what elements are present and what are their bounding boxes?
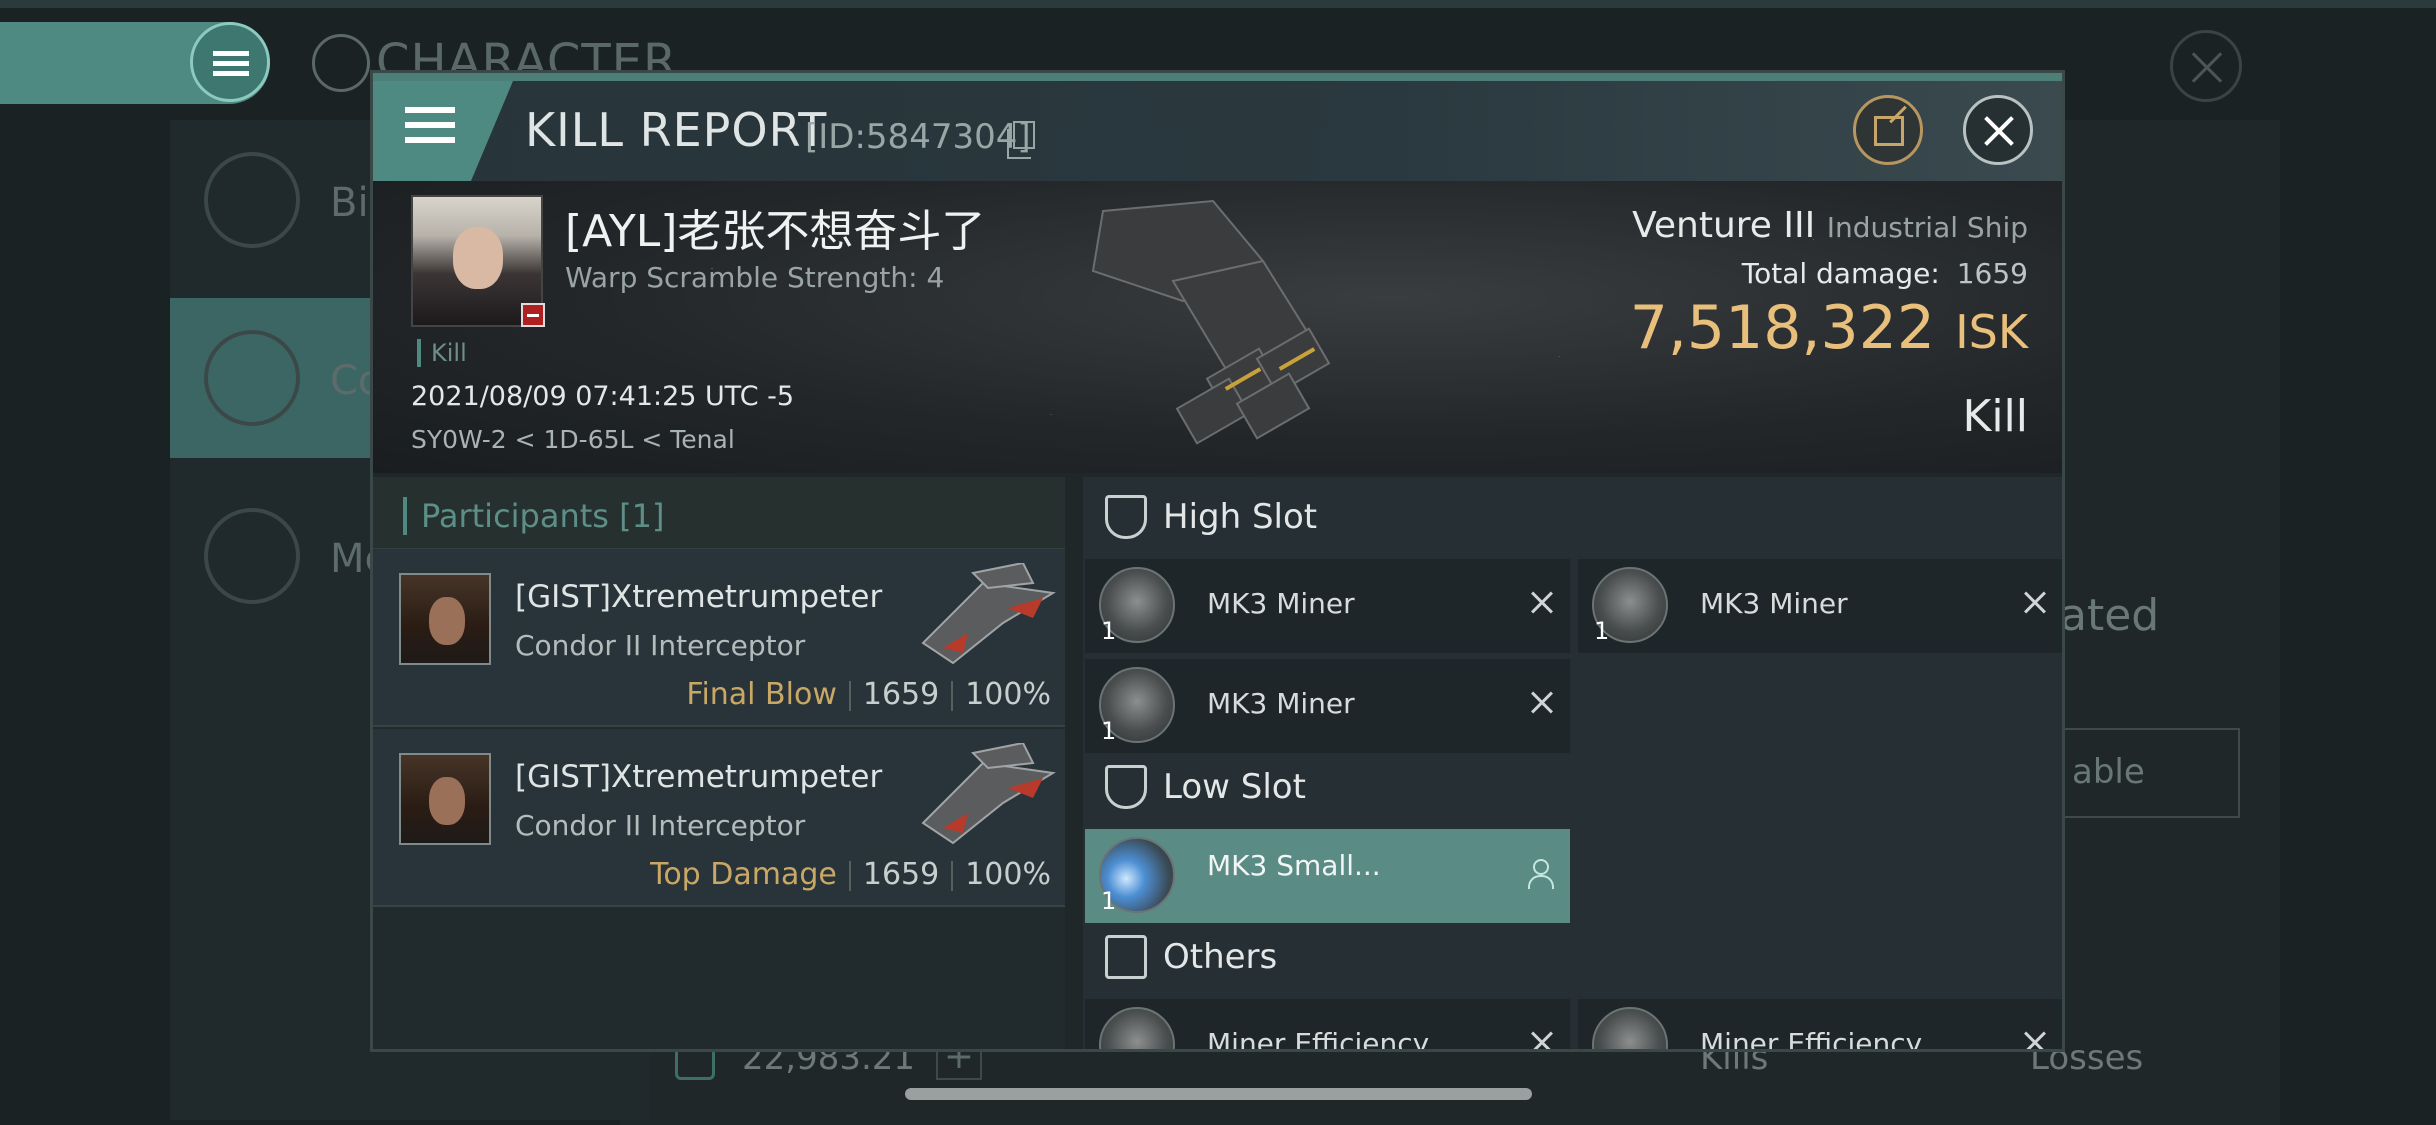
- modal-menu-button[interactable]: [373, 81, 513, 181]
- participant-percent: 100%: [965, 857, 1051, 892]
- crossed-swords-icon: [204, 330, 300, 426]
- module-name: MK3 Miner: [1207, 587, 1355, 620]
- destroyed-x-icon: [1528, 1029, 1556, 1049]
- participants-panel: Participants [1] [GIST]Xtremetrumpeter C…: [373, 477, 1065, 1049]
- low-slot-label: Low Slot: [1163, 767, 1306, 807]
- participant-row[interactable]: [GIST]Xtremetrumpeter Condor II Intercep…: [373, 729, 1065, 907]
- box-icon: [1105, 935, 1147, 979]
- module-quantity: 1: [1101, 717, 1117, 745]
- participant-role: Top Damage: [650, 857, 837, 892]
- kill-report-modal: KILL REPORT [ID:5847304] [AYL]老张不想奋斗了 Wa…: [370, 70, 2065, 1052]
- fitting-panel: High Slot 1 MK3 Miner 1 MK3 Miner 1 MK3 …: [1083, 477, 2062, 1052]
- participant-name: [GIST]Xtremetrumpeter: [515, 579, 883, 615]
- module-quantity: 1: [1101, 887, 1117, 915]
- hamburger-icon: [213, 51, 249, 77]
- victim-warp-scramble: Warp Scramble Strength: 4: [565, 261, 945, 294]
- victim-ship-image[interactable]: [1063, 191, 1363, 461]
- result-label: Kill: [1962, 391, 2028, 442]
- kill-tag: Kill: [417, 339, 467, 367]
- menu-icon: [204, 152, 300, 248]
- participant-portrait[interactable]: [399, 573, 491, 665]
- module-item[interactable]: Miner Efficiency...: [1578, 999, 2062, 1052]
- standing-badge-icon: [521, 303, 545, 327]
- kill-summary: [AYL]老张不想奋斗了 Warp Scramble Strength: 4 K…: [373, 181, 2062, 473]
- total-damage: Total damage: 1659: [1742, 257, 2028, 290]
- top-edge: [0, 0, 2436, 8]
- low-slot-icon: [1105, 765, 1147, 809]
- module-item[interactable]: Miner Efficiency...: [1085, 999, 1570, 1052]
- module-name: MK3 Miner: [1207, 687, 1355, 720]
- module-quantity: 1: [1594, 617, 1610, 645]
- external-link-icon: [1874, 116, 1904, 146]
- module-name: Miner Efficiency...: [1207, 1027, 1452, 1052]
- participant-stats: Final Blow 1659 100%: [686, 677, 1051, 712]
- destroyed-x-icon: [2021, 589, 2049, 617]
- module-item[interactable]: 1 MK3 Miner: [1578, 559, 2062, 653]
- participant-stats: Top Damage 1659 100%: [650, 857, 1051, 892]
- close-button[interactable]: [1963, 95, 2033, 165]
- destroyed-x-icon: [1528, 589, 1556, 617]
- others-label: Others: [1163, 937, 1278, 977]
- modal-accent-line: [373, 73, 2062, 81]
- module-item[interactable]: 1 MK3 Miner: [1085, 659, 1570, 753]
- ship-class: Industrial Ship: [1826, 211, 2028, 244]
- destroyed-x-icon: [2021, 1029, 2049, 1049]
- destroyed-x-icon: [1528, 689, 1556, 717]
- victim-name[interactable]: [AYL]老张不想奋斗了: [565, 195, 985, 259]
- victim-ship-name[interactable]: Venture III Industrial Ship: [1632, 205, 2028, 246]
- copy-icon[interactable]: [1007, 121, 1035, 159]
- main-menu-button[interactable]: [190, 22, 270, 102]
- others-header: Others: [1083, 917, 2062, 997]
- home-indicator[interactable]: [905, 1088, 1532, 1100]
- high-slot-icon: [1105, 495, 1147, 539]
- participant-name: [GIST]Xtremetrumpeter: [515, 759, 883, 795]
- module-name: MK3 Miner: [1700, 587, 1848, 620]
- low-slot-header: Low Slot: [1083, 747, 2062, 827]
- high-slot-label: High Slot: [1163, 497, 1318, 537]
- ship-name: Venture III: [1632, 205, 1816, 246]
- participant-ship-image: [921, 563, 1056, 665]
- participants-label: Participants [1]: [403, 497, 664, 535]
- background-close-button[interactable]: [2170, 30, 2242, 102]
- modal-header: KILL REPORT [ID:5847304]: [373, 81, 2062, 181]
- module-name: Miner Efficiency...: [1700, 1027, 1945, 1052]
- participant-role: Final Blow: [686, 677, 837, 712]
- background-text: ated: [2060, 590, 2160, 641]
- participant-row[interactable]: [GIST]Xtremetrumpeter Condor II Intercep…: [373, 549, 1065, 727]
- kill-time: 2021/08/09 07:41:25 UTC -5: [411, 381, 795, 412]
- module-item[interactable]: 1 MK3 Miner: [1085, 559, 1570, 653]
- participant-damage: 1659: [862, 857, 940, 892]
- total-damage-value: 1659: [1956, 257, 2028, 290]
- module-icon: [1099, 1007, 1175, 1049]
- modal-title: KILL REPORT: [525, 103, 828, 157]
- participant-damage: 1659: [862, 677, 940, 712]
- isk-amount: 7,518,322: [1629, 293, 1936, 363]
- hamburger-icon: [405, 107, 455, 147]
- module-icon: [1592, 1007, 1668, 1049]
- kill-location[interactable]: SY0W-2 < 1D-65L < Tenal: [411, 425, 735, 454]
- participants-header: Participants [1]: [373, 477, 1065, 549]
- participant-ship-image: [921, 743, 1056, 845]
- share-button[interactable]: [1853, 95, 1923, 165]
- module-name: MK3 Small...: [1207, 849, 1381, 882]
- isk-unit: ISK: [1955, 305, 2028, 359]
- background-button[interactable]: able: [2060, 728, 2240, 818]
- module-quantity: 1: [1101, 617, 1117, 645]
- participant-percent: 100%: [965, 677, 1051, 712]
- module-item-selected[interactable]: 1 MK3 Small...: [1085, 829, 1570, 923]
- star-icon: [204, 508, 300, 604]
- participant-ship: Condor II Interceptor: [515, 629, 806, 662]
- participant-portrait[interactable]: [399, 753, 491, 845]
- participant-ship: Condor II Interceptor: [515, 809, 806, 842]
- total-damage-label: Total damage:: [1741, 257, 1940, 290]
- person-icon: [1526, 859, 1554, 889]
- high-slot-header: High Slot: [1083, 477, 2062, 557]
- character-icon: [312, 34, 370, 92]
- isk-value: 7,518,322 ISK: [1630, 293, 2028, 363]
- kill-id: [ID:5847304]: [805, 117, 1031, 157]
